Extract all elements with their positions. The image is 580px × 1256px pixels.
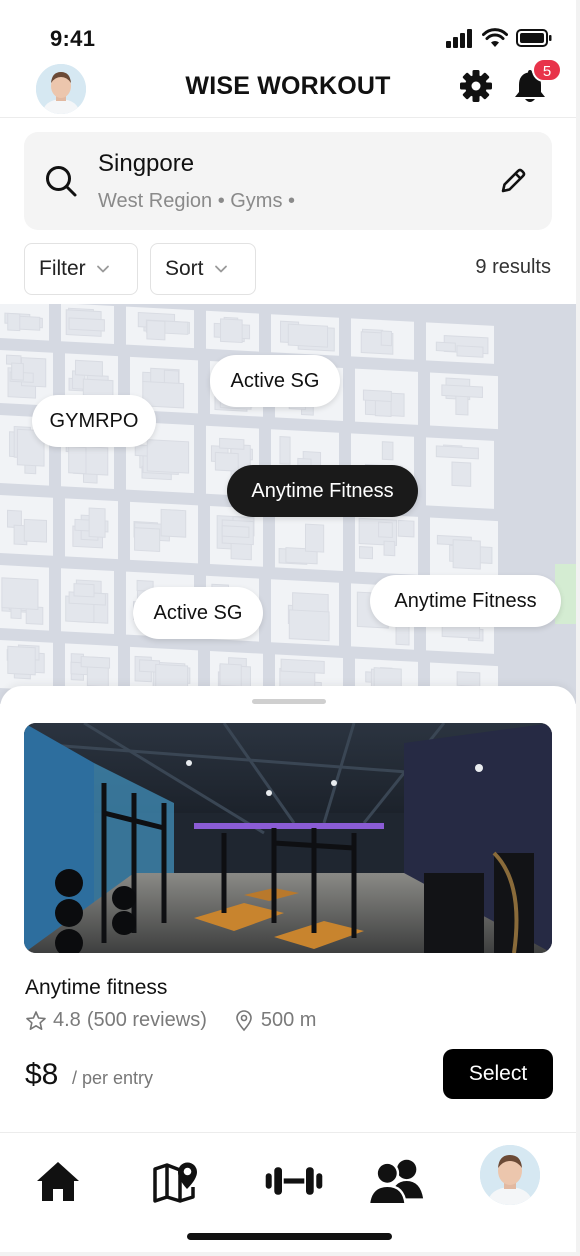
gym-reviews: (500 reviews) (86, 1009, 207, 1031)
gym-price: $8 (25, 1058, 59, 1091)
screen: 9:41 WISE WORKOUT 5 Singpore West Region… (0, 0, 576, 1252)
map-pin[interactable]: Anytime Fitness (370, 575, 561, 627)
home-icon (37, 1162, 79, 1201)
gym-rating: 4.8 (53, 1009, 81, 1031)
tab-workouts[interactable] (264, 1151, 324, 1211)
gym-meta: 4.8 (500 reviews) 500 m (25, 1009, 316, 1032)
home-indicator (187, 1233, 392, 1240)
map-pin[interactable]: Active SG (210, 355, 340, 407)
location-search-card[interactable]: Singpore West Region • Gyms • (24, 132, 552, 230)
gym-bottom-sheet: Anytime fitness 4.8 (500 reviews) 500 m … (0, 686, 576, 1136)
search-location: Singpore (98, 150, 195, 177)
map-pin-label: GYMRPO (49, 409, 139, 432)
notification-badge: 5 (532, 58, 562, 82)
map-pin-label: Active SG (153, 601, 243, 624)
gym-name[interactable]: Anytime fitness (25, 976, 167, 1000)
sort-button[interactable]: Sort (150, 243, 256, 295)
wifi-icon (482, 28, 508, 47)
star-icon (26, 1010, 46, 1030)
gym-photo[interactable] (24, 723, 552, 953)
sheet-drag-handle[interactable] (252, 699, 326, 704)
sort-label: Sort (165, 257, 204, 280)
map-view[interactable]: Active SG GYMRPO Anytime Fitness Active … (0, 304, 576, 704)
settings-button[interactable] (458, 68, 494, 104)
tab-profile-avatar[interactable] (480, 1145, 540, 1205)
search-icon (46, 166, 77, 197)
map-pin[interactable]: GYMRPO (32, 395, 156, 447)
select-button[interactable]: Select (443, 1049, 553, 1099)
status-bar: 9:41 (0, 0, 576, 60)
location-pin-icon (236, 1009, 252, 1031)
pencil-icon[interactable] (498, 166, 528, 196)
people-icon (367, 1159, 424, 1206)
tab-map[interactable] (145, 1151, 205, 1211)
filter-button[interactable]: Filter (24, 243, 138, 295)
bottom-tab-bar (0, 1132, 576, 1252)
map-pin-label: Anytime Fitness (251, 479, 394, 502)
battery-icon (516, 29, 552, 47)
chevron-down-icon (96, 265, 109, 273)
map-pin-icon (153, 1162, 197, 1203)
map-pin-label: Anytime Fitness (394, 589, 537, 612)
map-pin[interactable]: Active SG (133, 587, 263, 639)
status-time: 9:41 (50, 26, 96, 51)
search-subtitle: West Region • Gyms • (98, 190, 296, 212)
dumbbell-icon (265, 1167, 323, 1195)
gym-distance: 500 m (260, 1009, 317, 1031)
app-header: WISE WORKOUT (0, 60, 576, 118)
price-unit: / per entry (72, 1068, 154, 1088)
tab-home[interactable] (28, 1151, 88, 1211)
tab-community[interactable] (366, 1151, 426, 1211)
map-pin-label: Active SG (230, 369, 320, 392)
filter-label: Filter (39, 257, 86, 280)
status-icons (446, 28, 552, 48)
gear-icon (460, 70, 492, 102)
cellular-signal-icon (446, 29, 472, 48)
results-count: 9 results (475, 256, 551, 278)
chevron-down-icon (214, 265, 227, 273)
map-pin-selected[interactable]: Anytime Fitness (227, 465, 418, 517)
